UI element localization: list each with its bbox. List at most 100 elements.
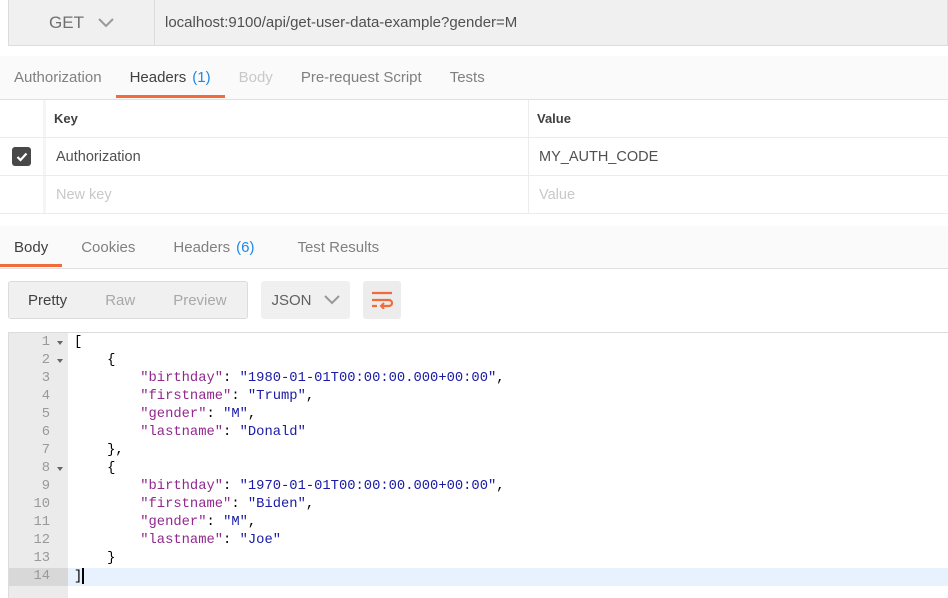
new-key-input[interactable]: New key <box>46 176 529 213</box>
line-number: 12 <box>33 533 50 548</box>
json-punctuation <box>74 425 140 440</box>
json-punctuation: : <box>206 515 224 530</box>
response-headers-count: (6) <box>236 238 255 256</box>
code-text: { <box>74 460 115 478</box>
json-key: "birthday" <box>140 371 224 386</box>
view-pretty[interactable]: Pretty <box>9 292 86 309</box>
code-line: 14] <box>9 568 948 586</box>
fold-arrow-icon[interactable] <box>57 341 63 345</box>
key-column-header: Key <box>46 100 529 137</box>
tab-label: Tests <box>449 69 485 86</box>
tab-headers[interactable]: Headers (1) <box>115 56 225 99</box>
chevron-down-icon <box>323 295 340 305</box>
tab-label: Body <box>238 69 273 86</box>
json-string: "M" <box>223 515 248 530</box>
code-line: 10 "firstname": "Biden", <box>9 496 948 514</box>
tab-body[interactable]: Body <box>225 56 287 99</box>
code-text: { <box>74 352 115 370</box>
line-number: 5 <box>41 407 50 422</box>
fold-arrow-icon[interactable] <box>57 467 63 471</box>
json-punctuation: : <box>231 497 248 512</box>
table-header: Key Value <box>0 100 948 138</box>
tab-cookies[interactable]: Cookies <box>62 226 154 268</box>
tab-label: Authorization <box>14 69 102 86</box>
code-line: 6 "lastname": "Donald" <box>9 424 948 442</box>
json-key: "firstname" <box>140 497 232 512</box>
json-punctuation <box>74 515 140 530</box>
tab-test-results[interactable]: Test Results <box>273 226 403 268</box>
json-punctuation: , <box>305 389 315 404</box>
code-line: 4 "firstname": "Trump", <box>9 388 948 406</box>
header-key-input[interactable]: Authorization <box>46 138 529 175</box>
json-punctuation: : <box>223 533 240 548</box>
json-string: "Joe" <box>239 533 282 548</box>
fold-arrow-icon[interactable] <box>57 359 63 363</box>
code-text: "lastname": "Joe" <box>74 532 281 550</box>
json-punctuation: : <box>223 425 240 440</box>
json-punctuation <box>74 371 140 386</box>
tab-pre-request-script[interactable]: Pre-request Script <box>287 56 436 99</box>
code-line: 13 } <box>9 550 948 568</box>
tab-response-headers[interactable]: Headers (6) <box>154 226 273 268</box>
code-text: "gender": "M", <box>74 406 256 424</box>
method-dropdown[interactable]: GET <box>9 0 155 45</box>
code-text: ] <box>74 568 85 587</box>
json-punctuation: }, <box>74 443 124 458</box>
json-punctuation: , <box>496 371 505 386</box>
code-text: }, <box>74 442 124 460</box>
row-checkbox[interactable] <box>12 147 31 166</box>
url-bar: GET localhost:9100/api/get-user-data-exa… <box>8 0 948 46</box>
json-string: "Trump" <box>247 389 306 404</box>
code-line: 8 { <box>9 460 948 478</box>
tab-authorization[interactable]: Authorization <box>0 56 116 99</box>
tab-response-body[interactable]: Body <box>0 226 63 268</box>
json-punctuation <box>74 389 140 404</box>
json-punctuation: , <box>247 407 257 422</box>
table-row-new: New key Value <box>0 176 948 214</box>
json-punctuation: : <box>206 407 224 422</box>
code-line: 5 "gender": "M", <box>9 406 948 424</box>
tab-label: Test Results <box>297 238 380 256</box>
code-text: [ <box>74 334 82 352</box>
json-key: "gender" <box>140 515 207 530</box>
code-line: 12 "lastname": "Joe" <box>9 532 948 550</box>
view-preview[interactable]: Preview <box>154 292 245 309</box>
code-text: "birthday": "1970-01-01T00:00:00.000+00:… <box>74 478 504 496</box>
code-line: 2 { <box>9 352 948 370</box>
line-number: 6 <box>41 425 50 440</box>
code-text: "birthday": "1980-01-01T00:00:00.000+00:… <box>74 370 505 388</box>
response-body-editor[interactable]: 1[2 {3 "birthday": "1980-01-01T00:00:00.… <box>8 332 948 598</box>
response-tabs: Body Cookies Headers (6) Test Results <box>0 226 948 269</box>
json-string: "Donald" <box>239 425 306 440</box>
json-string: "1970-01-01T00:00:00.000+00:00" <box>239 479 497 494</box>
code-line: 7 }, <box>9 442 948 460</box>
method-label: GET <box>49 12 84 32</box>
json-punctuation: ] <box>74 569 83 585</box>
code-text: "lastname": "Donald" <box>74 424 306 442</box>
line-number: 3 <box>41 371 50 386</box>
line-number: 10 <box>33 497 50 512</box>
line-number: 13 <box>33 551 50 566</box>
json-key: "lastname" <box>140 533 224 548</box>
value-column-header: Value <box>537 111 571 126</box>
headers-table: Key Value Authorization MY_AUTH_CODE New… <box>0 100 948 214</box>
format-dropdown[interactable]: JSON <box>261 281 350 319</box>
json-punctuation: , <box>247 515 257 530</box>
new-value-input[interactable]: Value <box>529 176 948 213</box>
chevron-down-icon <box>98 17 114 27</box>
header-value-input[interactable]: MY_AUTH_CODE <box>529 138 948 175</box>
code-text: "firstname": "Biden", <box>74 496 314 514</box>
line-number: 14 <box>9 568 68 586</box>
json-punctuation: : <box>223 479 240 494</box>
code-line: 3 "birthday": "1980-01-01T00:00:00.000+0… <box>9 370 948 388</box>
json-punctuation: , <box>305 497 315 512</box>
line-number: 7 <box>41 443 50 458</box>
tab-label: Pre-request Script <box>300 69 422 86</box>
json-key: "firstname" <box>140 389 232 404</box>
wrap-lines-button[interactable] <box>363 281 401 319</box>
code-text: "gender": "M", <box>74 514 256 532</box>
tab-tests[interactable]: Tests <box>436 56 499 99</box>
url-input[interactable]: localhost:9100/api/get-user-data-example… <box>155 14 517 31</box>
code-line: 1[ <box>9 334 948 352</box>
view-raw[interactable]: Raw <box>86 292 154 309</box>
